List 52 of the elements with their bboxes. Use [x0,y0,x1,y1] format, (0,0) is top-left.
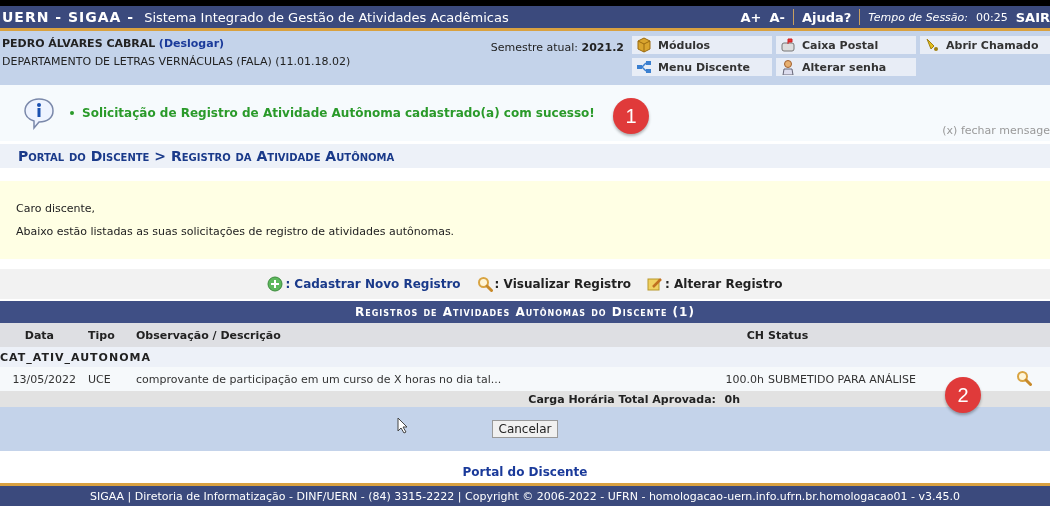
shortcut-button[interactable]: Caixa Postal [776,36,916,54]
session-time: 00:25 [976,10,1008,24]
semester-label: Semestre atual: [490,41,579,54]
view-record-icon[interactable] [1016,369,1032,386]
font-decrease-link[interactable]: A- [769,9,785,25]
legend-label: : Visualizar Registro [494,277,632,291]
info-icon [22,96,56,130]
total-value: 0h [720,391,764,407]
table-cell: 13/05/2022 [0,367,84,391]
plus-icon [267,276,284,292]
table-title: Registros de Atividades Autônomas do Discente (1) [0,301,1050,323]
column-header: Tipo [84,323,132,347]
shortcut-button[interactable]: Módulos [632,36,772,54]
logout-link[interactable]: SAIR [1015,9,1050,25]
person-icon [780,59,796,75]
portal-link[interactable]: Portal do Discente [462,465,588,479]
notice-text: Caro discente, [16,202,97,215]
font-increase-link[interactable]: A+ [740,9,762,25]
logout-link[interactable]: (Deslogar) [158,37,225,50]
table-cell: 100.0h [720,367,764,391]
notice-text: Abaixo estão listadas as suas solicitações de registro de atividades autônomas. [16,225,456,238]
column-header: CH [720,323,764,347]
table-cell: comprovante de participação em um curso de X horas no dia tal... [132,367,720,391]
note-pencil-icon [647,276,664,292]
total-label: Carga Horária Total Aprovada: [0,391,720,407]
cancel-button[interactable]: Cancelar [491,420,559,438]
legend-label: : Alterar Registro [665,277,783,291]
user-name: PEDRO ÁLVARES CABRAL [2,37,156,50]
success-message: Solicitação de Registro de Atividade Autônoma cadastrado(a) com sucesso! [82,106,595,120]
session-label: Tempo de Sessão: [868,10,968,24]
shortcut-button[interactable]: Abrir Chamado [920,36,1050,54]
column-header: Observação / Descrição [132,323,720,347]
hierarchy-icon [636,59,652,75]
cursor-icon [397,417,409,434]
footer-text: SIGAA | Diretoria de Informatização - DINF/UERN - (84) 3315-2222 | Copyright © 2006-2022 - UFRN - homologacao-uern.info.ufrn.br.homologacao01 - v3.45.0 [0,483,1050,506]
bullet-icon [70,111,74,115]
column-header: Data [0,323,84,347]
shortcut-button[interactable]: Menu Discente [632,58,772,76]
department-text: DEPARTAMENTO DE LETRAS VERNÁCULAS (FALA) (11.01.18.02) [2,55,352,68]
group-header: CAT_ATIV_AUTONOMA [0,347,1050,367]
package-icon [636,37,652,53]
semester-value: 2021.2 [581,41,624,54]
system-name: Sistema Integrado de Gestão de Atividades Acadêmicas [144,9,509,25]
legend-label[interactable]: : Cadastrar Novo Registro [285,277,461,291]
magnifier-icon[interactable] [476,276,493,292]
table-cell: UCE [84,367,132,391]
shortcut-button[interactable]: Alterar senha [776,58,916,76]
breadcrumb: Portal do Discente > Registro da Atividade Autônoma [0,144,1050,168]
column-header: Status [764,323,1012,347]
logo-text: UERN - SIGAA - [2,9,135,25]
mailbox-icon [780,37,796,53]
help-link[interactable]: Ajuda? [801,9,852,25]
